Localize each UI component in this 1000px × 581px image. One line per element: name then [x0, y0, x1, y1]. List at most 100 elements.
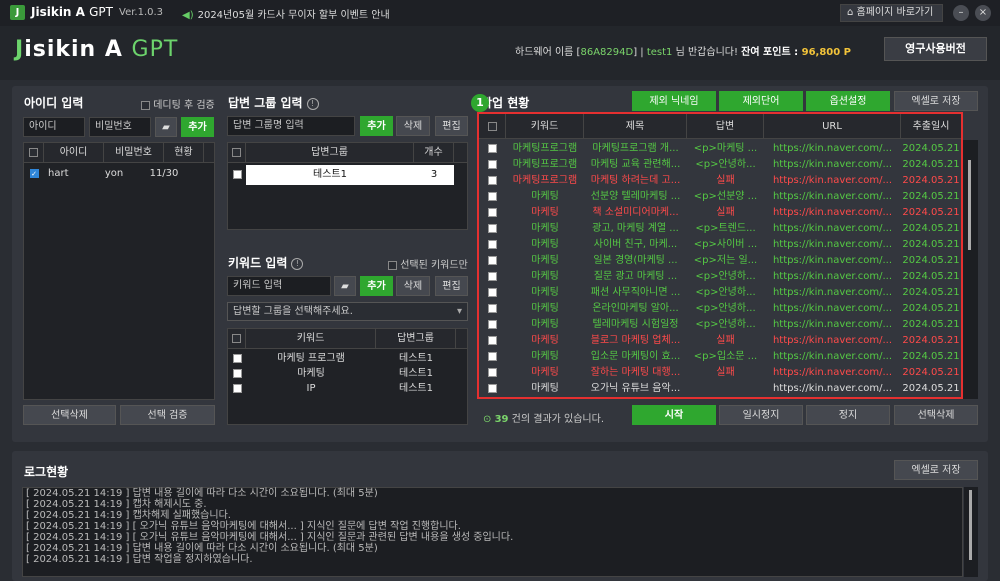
row-checkbox[interactable] — [479, 301, 506, 317]
row-checkbox[interactable]: ✓ — [24, 166, 44, 181]
only-selected-checkbox[interactable] — [388, 260, 397, 270]
row-checkbox[interactable] — [479, 141, 506, 157]
options-button[interactable]: 옵션설정 — [806, 91, 890, 111]
answer-group-select[interactable]: 답변할 그룹을 선택해주세요. ▾ — [227, 302, 468, 321]
scroll-thumb[interactable] — [968, 160, 971, 250]
checkbox[interactable] — [232, 169, 242, 179]
job-select-all[interactable] — [479, 114, 506, 138]
checkbox[interactable] — [488, 239, 497, 249]
row-checkbox[interactable] — [479, 285, 506, 301]
id-add-button[interactable]: 추가 — [181, 117, 214, 137]
table-row[interactable]: 마케팅 선분양 텔레마케팅 ... <p>선분양 ... https://kin.na… — [479, 189, 961, 205]
checkbox[interactable] — [488, 319, 497, 329]
table-row[interactable]: 마케팅 입소문 마케팅이 효... <p>입소문 ... https://kin.na… — [479, 349, 961, 365]
close-button[interactable]: × — [975, 5, 991, 21]
checkbox[interactable] — [232, 368, 242, 378]
select-all-checkbox[interactable] — [487, 121, 497, 131]
table-row[interactable]: IP 테스트1 — [228, 381, 467, 396]
group-add-button[interactable]: 추가 — [360, 116, 393, 136]
debug-verify-option[interactable]: 데디팅 후 검증 — [141, 96, 215, 111]
id-verify-selected-button[interactable]: 선택 검증 — [120, 405, 215, 425]
checkbox[interactable] — [488, 159, 497, 169]
checkbox[interactable] — [488, 207, 497, 217]
row-checkbox[interactable] — [479, 205, 506, 221]
select-all-checkbox[interactable] — [29, 147, 38, 157]
keyword-edit-button[interactable]: 편집 — [435, 276, 468, 296]
exclude-nickname-button[interactable]: 제외 닉네임 — [632, 91, 716, 111]
homepage-button[interactable]: ⌂ 홈페이지 바로가기 — [840, 4, 943, 22]
checkbox[interactable] — [488, 255, 497, 265]
id-folder-button[interactable]: ▰ — [155, 117, 177, 137]
checkbox[interactable] — [488, 223, 497, 233]
checkbox[interactable] — [488, 175, 497, 185]
answer-group-input[interactable]: 답변 그룹명 입력 — [227, 116, 355, 136]
permanent-version-button[interactable]: 영구사용버전 — [884, 37, 987, 61]
table-row[interactable]: 마케팅프로그램 마케팅프로그램 개... <p>마케팅 ... https://kin… — [479, 141, 961, 157]
row-checkbox[interactable] — [479, 333, 506, 349]
checkbox[interactable] — [488, 287, 497, 297]
table-row[interactable]: 마케팅 잘하는 마케팅 대행... 실패 https://kin.naver.com/… — [479, 365, 961, 381]
group-select-all[interactable] — [228, 143, 246, 162]
checkbox[interactable] — [488, 367, 497, 377]
table-row[interactable]: 마케팅 사이버 친구, 마케... <p>사이버 ... https://kin.na… — [479, 237, 961, 253]
table-row[interactable]: 마케팅프로그램 마케팅 교육 관련해... <p>안녕하... https://kin… — [479, 157, 961, 173]
row-checkbox[interactable] — [228, 366, 246, 381]
id-select-all[interactable] — [24, 143, 44, 162]
table-row[interactable]: 마케팅 책 소설미디어마케... 실패 https://kin.naver.com/.… — [479, 205, 961, 221]
row-checkbox[interactable] — [228, 165, 246, 185]
checkbox[interactable] — [232, 383, 242, 393]
row-checkbox[interactable] — [228, 381, 246, 396]
table-row[interactable]: 마케팅 일본 경영(마케팅 ... <p>저는 일... https://kin.na… — [479, 253, 961, 269]
keyword-select-all[interactable] — [228, 329, 246, 348]
start-button[interactable]: 시작 — [632, 405, 716, 425]
table-row[interactable]: 마케팅 테스트1 — [228, 366, 467, 381]
info-icon[interactable]: ! — [306, 97, 319, 110]
table-row[interactable]: 마케팅 패션 사무직아니면 ... <p>안녕하... https://kin.nav… — [479, 285, 961, 301]
select-all-checkbox[interactable] — [232, 333, 241, 343]
checkbox[interactable] — [488, 335, 497, 345]
row-checkbox[interactable] — [479, 253, 506, 269]
checkbox[interactable] — [488, 191, 497, 201]
row-checkbox[interactable] — [479, 157, 506, 173]
row-checkbox[interactable] — [479, 349, 506, 365]
job-excel-button[interactable]: 엑셀로 저장 — [894, 91, 978, 111]
checkbox[interactable] — [488, 143, 497, 153]
table-row[interactable]: 마케팅 블로그 마케팅 업체... 실패 https://kin.naver.com/… — [479, 333, 961, 349]
row-checkbox[interactable] — [479, 365, 506, 381]
row-checkbox[interactable] — [479, 173, 506, 189]
checkbox[interactable] — [488, 303, 497, 313]
password-input[interactable]: 비밀번호 — [89, 117, 151, 137]
checkbox[interactable] — [232, 353, 242, 363]
pause-button[interactable]: 일시정지 — [719, 405, 803, 425]
keyword-input[interactable]: 키워드 입력 — [227, 276, 331, 296]
stop-button[interactable]: 정지 — [806, 405, 890, 425]
row-checkbox[interactable] — [228, 351, 246, 366]
row-checkbox[interactable] — [479, 221, 506, 237]
row-checkbox[interactable] — [479, 189, 506, 205]
checkbox[interactable] — [488, 351, 497, 361]
table-row[interactable]: 마케팅 광고, 마케팅 계열 ... <p>트렌드... https://kin.na… — [479, 221, 961, 237]
row-checkbox[interactable] — [479, 269, 506, 285]
table-row[interactable]: 마케팅 질문 광고 마케팅 ... <p>안녕하... https://kin.nav… — [479, 269, 961, 285]
checkbox[interactable] — [488, 383, 497, 393]
select-all-checkbox[interactable] — [232, 147, 241, 157]
checkbox[interactable] — [488, 271, 497, 281]
keyword-delete-button[interactable]: 삭제 — [396, 276, 430, 296]
row-checkbox[interactable] — [479, 381, 506, 397]
job-scrollbar[interactable] — [963, 140, 978, 399]
id-input[interactable]: 아이디 — [23, 117, 85, 137]
info-icon[interactable]: ! — [291, 257, 304, 270]
keyword-folder-button[interactable]: ▰ — [334, 276, 356, 296]
id-delete-selected-button[interactable]: 선택삭제 — [23, 405, 116, 425]
only-selected-option[interactable]: 선택된 키워드만 — [388, 256, 468, 271]
minimize-button[interactable]: – — [953, 5, 969, 21]
scroll-thumb[interactable] — [969, 490, 972, 560]
log-scrollbar[interactable] — [964, 487, 978, 577]
notice-link[interactable]: ◀) 2024년05월 카드사 무이자 할부 이벤트 안내 — [182, 6, 390, 21]
debug-verify-checkbox[interactable] — [141, 100, 150, 110]
row-checkbox[interactable] — [479, 317, 506, 333]
table-row[interactable]: 마케팅 온라인마케팅 알아... <p>안녕하... https://kin.nave… — [479, 301, 961, 317]
group-delete-button[interactable]: 삭제 — [396, 116, 430, 136]
group-edit-button[interactable]: 편집 — [435, 116, 468, 136]
table-row[interactable]: ✓ hart yon 11/30 — [24, 166, 214, 181]
